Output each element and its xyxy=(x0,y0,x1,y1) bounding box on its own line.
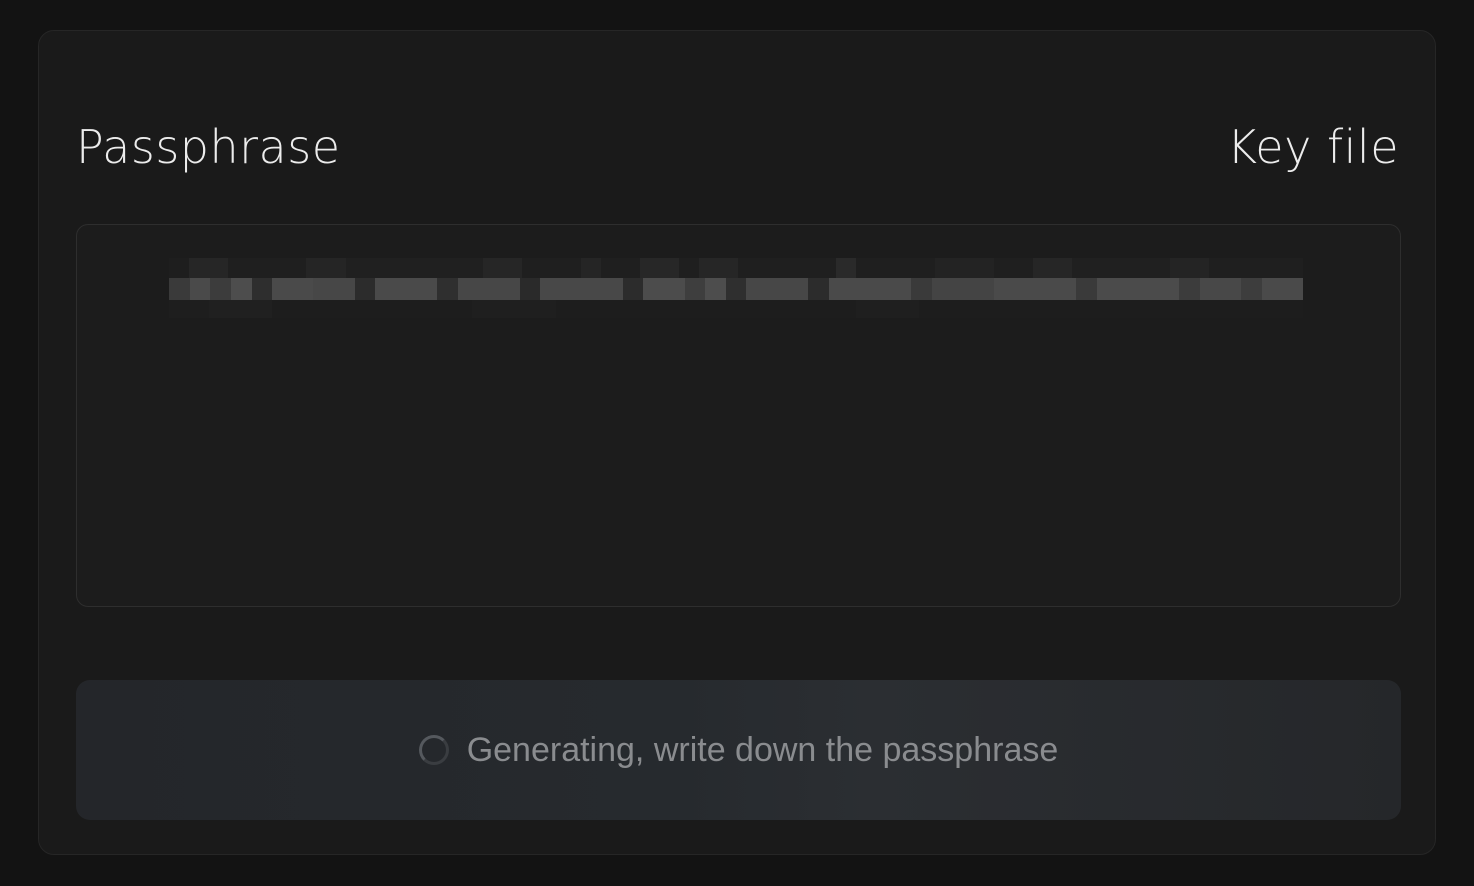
redacted-passphrase-bottom xyxy=(169,300,1303,318)
tab-passphrase[interactable]: Passphrase xyxy=(76,119,341,175)
redacted-passphrase-top xyxy=(169,258,1303,278)
passphrase-display[interactable] xyxy=(76,224,1401,607)
passphrase-panel: Passphrase Key file Generating, write do… xyxy=(38,30,1436,855)
generating-label: Generating, write down the passphrase xyxy=(466,730,1059,769)
loading-spinner-icon xyxy=(418,735,449,765)
generating-button[interactable]: Generating, write down the passphrase xyxy=(76,680,1401,820)
redacted-passphrase xyxy=(169,278,1304,300)
tab-key-file[interactable]: Key file xyxy=(1227,119,1399,175)
